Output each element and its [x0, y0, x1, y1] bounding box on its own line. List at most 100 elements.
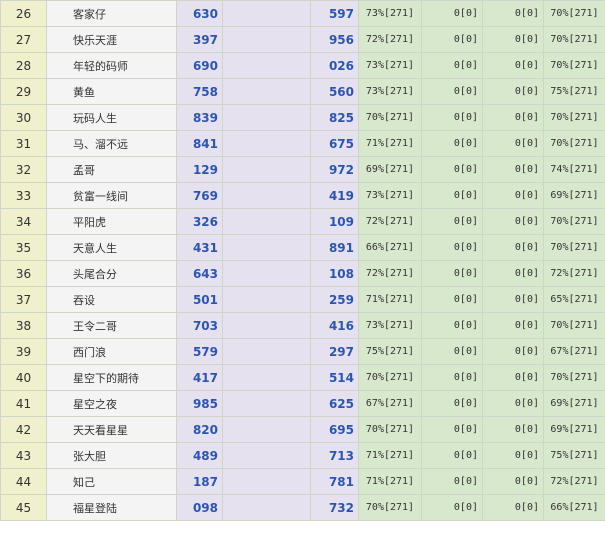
blank-cell — [222, 0, 311, 27]
blank-cell — [222, 104, 311, 131]
blank-cell — [222, 390, 311, 417]
blank-cell — [222, 156, 311, 183]
percent-a-cell: 71%[271] — [358, 130, 422, 157]
number-a-cell: 643 — [176, 260, 223, 287]
zero-b-cell: 0[0] — [482, 104, 544, 131]
number-b-cell: 625 — [310, 390, 359, 417]
zero-b-cell: 0[0] — [482, 494, 544, 521]
percent-b-cell: 70%[271] — [543, 0, 605, 27]
rank-cell: 39 — [0, 338, 47, 365]
rank-cell: 35 — [0, 234, 47, 261]
percent-a-cell: 69%[271] — [358, 156, 422, 183]
blank-cell — [222, 416, 311, 443]
zero-a-cell: 0[0] — [421, 468, 483, 495]
number-a-cell: 703 — [176, 312, 223, 339]
number-a-cell: 489 — [176, 442, 223, 469]
rank-cell: 38 — [0, 312, 47, 339]
name-cell: 知己 — [46, 468, 177, 495]
rank-cell: 37 — [0, 286, 47, 313]
name-cell: 客家仔 — [46, 0, 177, 27]
rank-cell: 31 — [0, 130, 47, 157]
zero-b-cell: 0[0] — [482, 234, 544, 261]
table-row: 37 吞设 501 259 71%[271] 0[0] 0[0] 65%[271] — [0, 286, 605, 313]
zero-b-cell: 0[0] — [482, 286, 544, 313]
percent-b-cell: 70%[271] — [543, 312, 605, 339]
zero-a-cell: 0[0] — [421, 130, 483, 157]
percent-a-cell: 72%[271] — [358, 208, 422, 235]
zero-a-cell: 0[0] — [421, 0, 483, 27]
number-a-cell: 579 — [176, 338, 223, 365]
table-row: 43 张大胆 489 713 71%[271] 0[0] 0[0] 75%[271] — [0, 442, 605, 469]
percent-a-cell: 75%[271] — [358, 338, 422, 365]
number-b-cell: 675 — [310, 130, 359, 157]
zero-b-cell: 0[0] — [482, 338, 544, 365]
rank-cell: 44 — [0, 468, 47, 495]
name-cell: 福星登陆 — [46, 494, 177, 521]
blank-cell — [222, 494, 311, 521]
blank-cell — [222, 260, 311, 287]
number-a-cell: 187 — [176, 468, 223, 495]
zero-b-cell: 0[0] — [482, 78, 544, 105]
name-cell: 马、溜不远 — [46, 130, 177, 157]
percent-a-cell: 72%[271] — [358, 26, 422, 53]
number-b-cell: 419 — [310, 182, 359, 209]
zero-b-cell: 0[0] — [482, 52, 544, 79]
percent-a-cell: 71%[271] — [358, 442, 422, 469]
zero-a-cell: 0[0] — [421, 286, 483, 313]
table-row: 42 天天看星星 820 695 70%[271] 0[0] 0[0] 69%[271] — [0, 416, 605, 443]
number-b-cell: 297 — [310, 338, 359, 365]
rank-cell: 32 — [0, 156, 47, 183]
number-a-cell: 841 — [176, 130, 223, 157]
number-a-cell: 431 — [176, 234, 223, 261]
table-row: 35 天意人生 431 891 66%[271] 0[0] 0[0] 70%[271] — [0, 234, 605, 261]
percent-b-cell: 74%[271] — [543, 156, 605, 183]
number-b-cell: 109 — [310, 208, 359, 235]
number-a-cell: 758 — [176, 78, 223, 105]
number-b-cell: 514 — [310, 364, 359, 391]
table-row: 44 知己 187 781 71%[271] 0[0] 0[0] 72%[271] — [0, 468, 605, 495]
zero-a-cell: 0[0] — [421, 260, 483, 287]
name-cell: 平阳虎 — [46, 208, 177, 235]
zero-a-cell: 0[0] — [421, 416, 483, 443]
number-b-cell: 695 — [310, 416, 359, 443]
rank-cell: 36 — [0, 260, 47, 287]
table-row: 30 玩码人生 839 825 70%[271] 0[0] 0[0] 70%[271] — [0, 104, 605, 131]
blank-cell — [222, 234, 311, 261]
number-b-cell: 891 — [310, 234, 359, 261]
percent-a-cell: 70%[271] — [358, 416, 422, 443]
percent-a-cell: 67%[271] — [358, 390, 422, 417]
number-a-cell: 129 — [176, 156, 223, 183]
number-b-cell: 026 — [310, 52, 359, 79]
zero-a-cell: 0[0] — [421, 234, 483, 261]
number-b-cell: 972 — [310, 156, 359, 183]
percent-b-cell: 69%[271] — [543, 416, 605, 443]
number-b-cell: 108 — [310, 260, 359, 287]
percent-b-cell: 75%[271] — [543, 442, 605, 469]
rank-cell: 30 — [0, 104, 47, 131]
name-cell: 玩码人生 — [46, 104, 177, 131]
table-row: 38 王令二哥 703 416 73%[271] 0[0] 0[0] 70%[271] — [0, 312, 605, 339]
zero-b-cell: 0[0] — [482, 130, 544, 157]
percent-a-cell: 73%[271] — [358, 182, 422, 209]
name-cell: 吞设 — [46, 286, 177, 313]
percent-b-cell: 70%[271] — [543, 26, 605, 53]
zero-a-cell: 0[0] — [421, 338, 483, 365]
blank-cell — [222, 338, 311, 365]
zero-a-cell: 0[0] — [421, 182, 483, 209]
zero-b-cell: 0[0] — [482, 364, 544, 391]
percent-a-cell: 72%[271] — [358, 260, 422, 287]
blank-cell — [222, 78, 311, 105]
percent-a-cell: 70%[271] — [358, 364, 422, 391]
percent-a-cell: 73%[271] — [358, 78, 422, 105]
name-cell: 快乐天涯 — [46, 26, 177, 53]
number-a-cell: 769 — [176, 182, 223, 209]
number-a-cell: 417 — [176, 364, 223, 391]
zero-a-cell: 0[0] — [421, 390, 483, 417]
percent-b-cell: 72%[271] — [543, 260, 605, 287]
zero-a-cell: 0[0] — [421, 156, 483, 183]
percent-a-cell: 66%[271] — [358, 234, 422, 261]
rank-cell: 45 — [0, 494, 47, 521]
number-b-cell: 560 — [310, 78, 359, 105]
blank-cell — [222, 208, 311, 235]
zero-b-cell: 0[0] — [482, 156, 544, 183]
